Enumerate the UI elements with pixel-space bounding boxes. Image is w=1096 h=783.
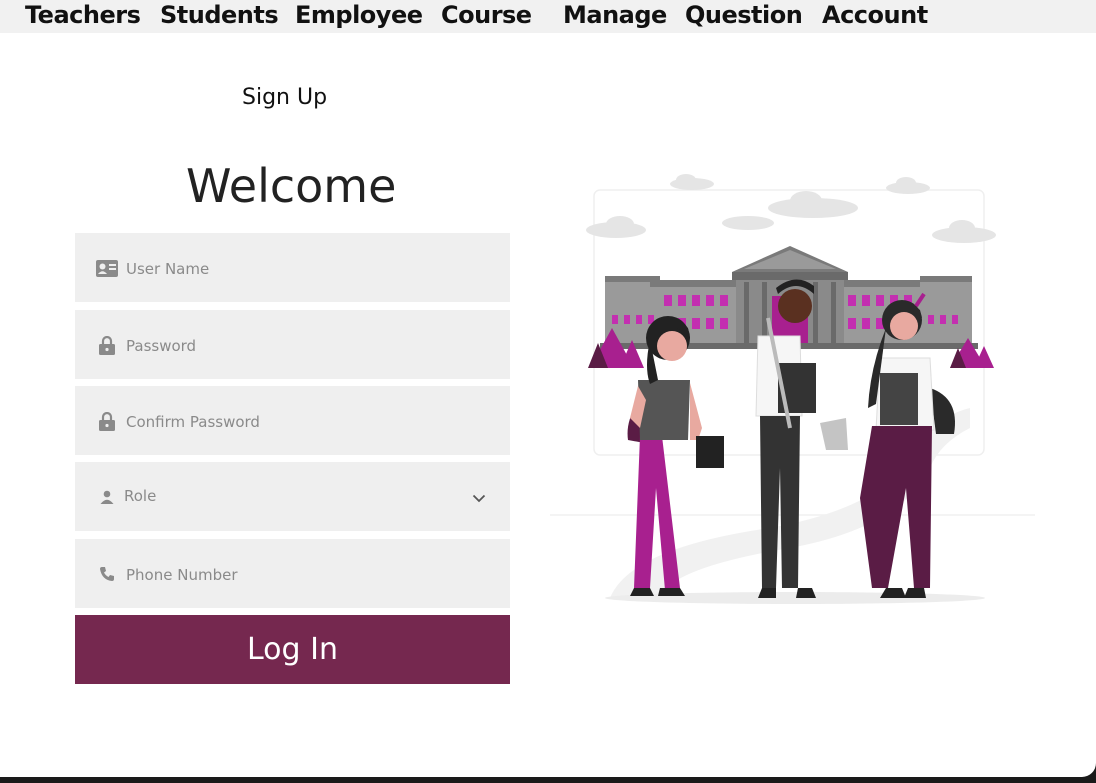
signup-panel: Sign Up Welcome User Name Role Phone Num… <box>0 33 1096 777</box>
username-field-wrapper <box>75 233 510 304</box>
username-input[interactable] <box>124 233 498 304</box>
page-title: Welcome <box>186 159 397 213</box>
nav-item-teachers[interactable]: Teachers <box>25 0 141 30</box>
nav-item-course[interactable]: Course <box>441 0 532 30</box>
students-illustration <box>550 168 1035 612</box>
nav-item-account[interactable]: Account <box>822 0 928 30</box>
lock-icon <box>95 410 119 432</box>
phone-icon <box>95 563 119 585</box>
nav-item-students[interactable]: Students <box>160 0 279 30</box>
confirm-password-field-wrapper <box>75 386 510 457</box>
nav-item-manage[interactable]: Manage <box>563 0 667 30</box>
chevron-down-icon <box>472 488 486 507</box>
password-input[interactable] <box>124 310 498 381</box>
phone-field-wrapper <box>75 539 510 610</box>
person-icon <box>95 486 119 508</box>
top-nav: Teachers Students Employee Course Manage… <box>0 0 1096 33</box>
login-button[interactable]: Log In <box>75 615 510 684</box>
lock-icon <box>95 334 119 356</box>
password-field-wrapper <box>75 310 510 381</box>
role-label: Role <box>124 487 157 505</box>
signup-header: Sign Up <box>242 85 328 110</box>
confirm-password-input[interactable] <box>124 386 498 457</box>
phone-input[interactable] <box>124 539 498 610</box>
nav-item-employee[interactable]: Employee <box>295 0 423 30</box>
nav-item-question[interactable]: Question <box>685 0 803 30</box>
id-card-icon <box>95 257 119 279</box>
role-select[interactable]: Role <box>75 462 510 531</box>
